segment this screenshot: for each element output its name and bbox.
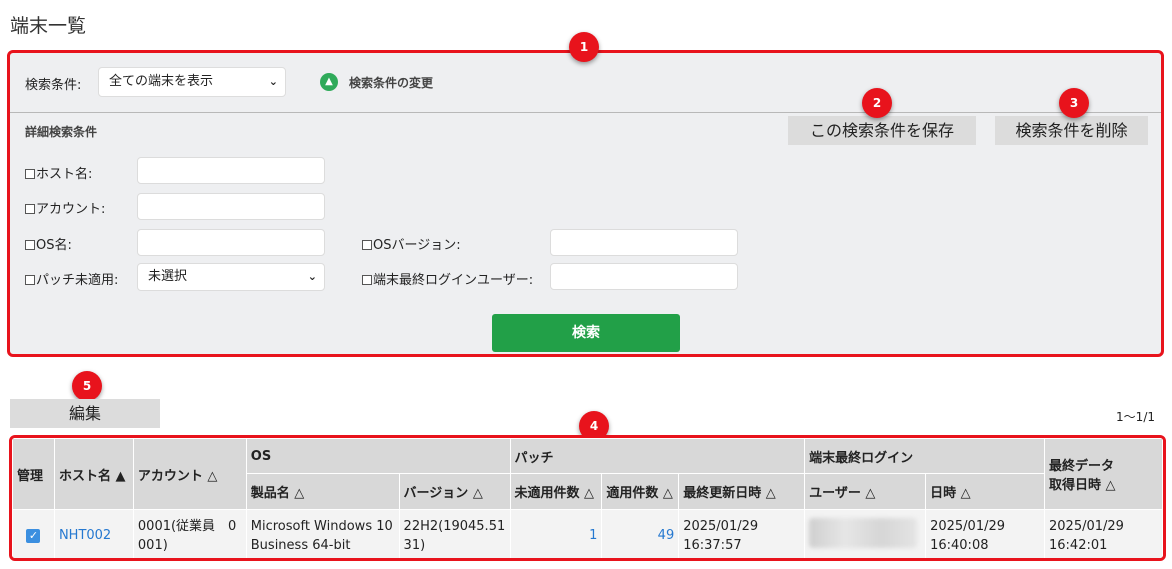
patch-select[interactable]: 未選択 ⌄ xyxy=(137,263,325,291)
checkbox-icon xyxy=(25,240,35,250)
change-condition-link[interactable]: 検索条件の変更 xyxy=(349,74,433,91)
chevron-up-icon[interactable]: ▲ xyxy=(320,73,338,91)
last-login-user-input[interactable] xyxy=(550,263,738,290)
patch-select-value: 未選択 xyxy=(148,269,188,284)
os-version-input[interactable] xyxy=(550,229,738,256)
host-link[interactable]: NHT002 xyxy=(59,528,111,543)
col-version[interactable]: バージョン △ xyxy=(398,473,511,510)
annotation-badge-1: 1 xyxy=(569,32,599,62)
delete-condition-button[interactable]: 検索条件を削除 xyxy=(995,116,1148,145)
account-checkbox[interactable]: アカウント: xyxy=(25,198,105,217)
last-login-user-checkbox[interactable]: 端末最終ログインユーザー: xyxy=(362,269,533,288)
col-product[interactable]: 製品名 △ xyxy=(245,473,400,510)
annotation-badge-2: 2 xyxy=(862,88,892,118)
os-version-checkbox[interactable]: OSバージョン: xyxy=(362,234,461,253)
col-unapplied[interactable]: 未適用件数 △ xyxy=(509,473,603,510)
os-name-input[interactable] xyxy=(137,229,325,256)
col-applied[interactable]: 適用件数 △ xyxy=(601,473,680,510)
col-host[interactable]: ホスト名 ▲ xyxy=(53,438,134,510)
table-header-row: 管理 ホスト名 ▲ アカウント △ OS パッチ 端末最終ログイン 最終データ取… xyxy=(12,438,1163,510)
col-user[interactable]: ユーザー △ xyxy=(804,473,927,510)
condition-label: 検索条件: xyxy=(25,78,82,93)
chevron-down-icon: ⌄ xyxy=(307,270,317,283)
col-group-os: OS xyxy=(245,438,511,474)
search-panel: 検索条件: 全ての端末を表示 ⌄ ▲ 検索条件の変更 詳細検索条件 この検索条件… xyxy=(7,50,1164,357)
col-group-patch: パッチ xyxy=(509,438,806,474)
edit-button[interactable]: 編集 xyxy=(10,399,160,428)
cell-product: Microsoft Windows 10 Business 64-bit xyxy=(245,509,400,558)
col-manage: 管理 xyxy=(12,438,55,510)
device-table-frame: 管理 ホスト名 ▲ アカウント △ OS パッチ 端末最終ログイン 最終データ取… xyxy=(9,435,1166,561)
account-input[interactable] xyxy=(137,193,325,220)
col-datetime[interactable]: 日時 △ xyxy=(925,473,1045,510)
host-checkbox[interactable]: ホスト名: xyxy=(25,163,92,182)
checkbox-icon xyxy=(362,275,372,285)
detail-condition-label: 詳細検索条件 xyxy=(25,125,98,139)
cell-last-data: 2025/01/29 16:42:01 xyxy=(1044,509,1163,558)
page-title: 端末一覧 xyxy=(10,15,87,37)
condition-select[interactable]: 全ての端末を表示 ⌄ xyxy=(98,67,286,97)
redacted-user xyxy=(809,517,918,548)
checkbox-icon xyxy=(362,240,372,250)
save-condition-button[interactable]: この検索条件を保存 xyxy=(788,116,976,145)
cell-applied[interactable]: 49 xyxy=(601,509,680,558)
col-last-data[interactable]: 最終データ 取得日時 △ xyxy=(1044,438,1163,510)
cell-unapplied[interactable]: 1 xyxy=(509,509,603,558)
result-count: 1〜1/1 xyxy=(1116,410,1155,424)
search-button[interactable]: 検索 xyxy=(492,314,680,352)
cell-login-datetime: 2025/01/29 16:40:08 xyxy=(925,509,1045,558)
cell-version: 22H2(19045.51 31) xyxy=(398,509,511,558)
cell-last-update: 2025/01/29 16:37:57 xyxy=(678,509,806,558)
checkbox-icon xyxy=(25,204,35,214)
checkmark-icon: ✓ xyxy=(26,529,41,543)
patch-checkbox[interactable]: パッチ未適用: xyxy=(25,269,118,288)
checkbox-icon xyxy=(25,275,35,285)
host-input[interactable] xyxy=(137,157,325,184)
col-last-update[interactable]: 最終更新日時 △ xyxy=(678,473,806,510)
os-name-checkbox[interactable]: OS名: xyxy=(25,234,72,253)
search-panel-top: 検索条件: 全ての端末を表示 ⌄ ▲ 検索条件の変更 xyxy=(10,53,1161,113)
cell-account: 0001(従業員 0 001) xyxy=(132,509,247,558)
annotation-badge-3: 3 xyxy=(1059,88,1089,118)
chevron-down-icon: ⌄ xyxy=(268,75,278,88)
cell-host[interactable]: NHT002 xyxy=(53,509,134,558)
cell-user xyxy=(804,509,927,558)
col-account[interactable]: アカウント △ xyxy=(132,438,247,510)
manage-checkbox[interactable]: ✓ xyxy=(12,509,55,558)
condition-select-value: 全ての端末を表示 xyxy=(109,74,214,89)
col-group-last-login: 端末最終ログイン xyxy=(804,438,1045,474)
table-row: ✓ NHT002 0001(従業員 0 001) Microsoft Window… xyxy=(12,509,1163,558)
annotation-badge-5: 5 xyxy=(72,371,102,401)
device-table: 管理 ホスト名 ▲ アカウント △ OS パッチ 端末最終ログイン 最終データ取… xyxy=(12,438,1163,558)
checkbox-icon xyxy=(25,169,35,179)
